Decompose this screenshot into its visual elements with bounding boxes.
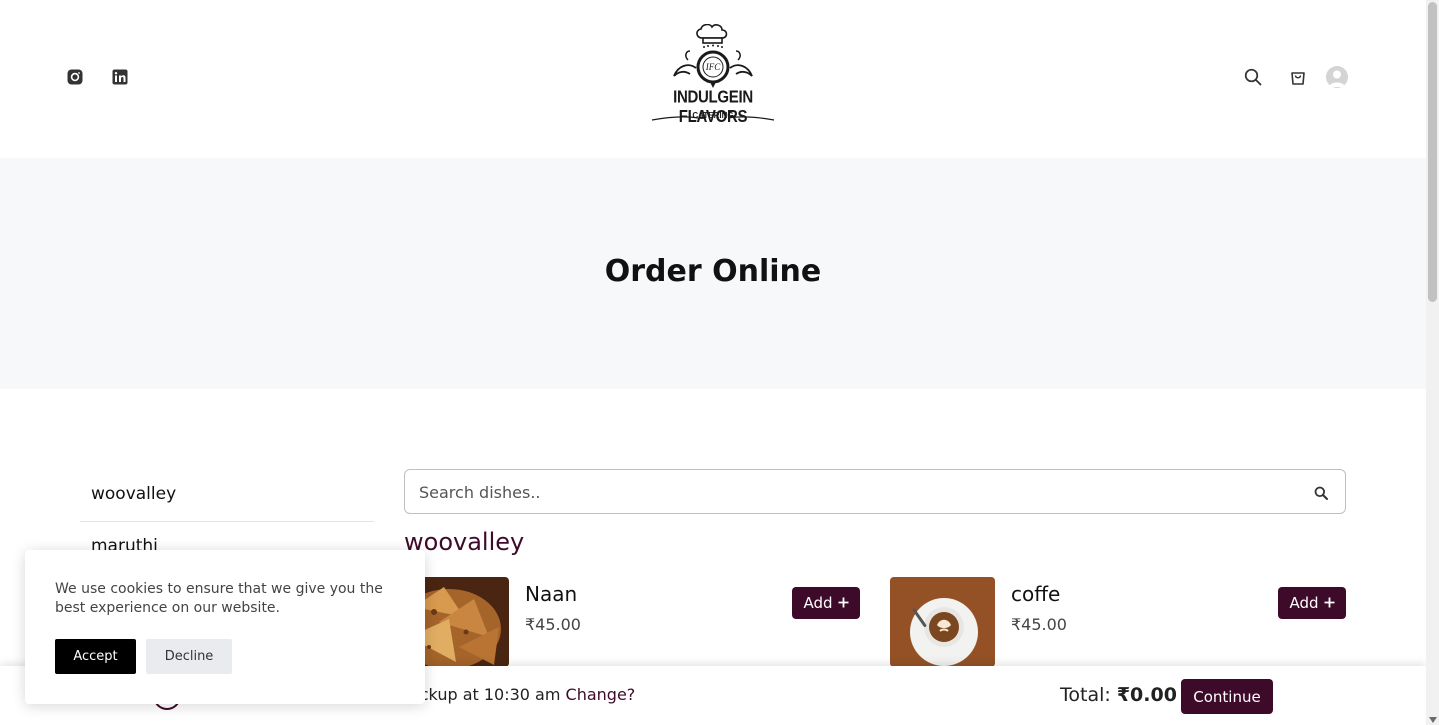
logo-swoosh: [651, 116, 775, 121]
total-label: Total:: [1060, 684, 1111, 706]
page-scrollbar[interactable]: [1426, 0, 1439, 725]
instagram-icon[interactable]: [67, 69, 83, 85]
plus-icon: [838, 594, 849, 612]
order-total: Total: ₹0.00: [1060, 684, 1177, 706]
decline-cookies-button[interactable]: Decline: [146, 639, 232, 674]
search-bar: [404, 469, 1346, 514]
page-title: Order Online: [604, 254, 822, 289]
product-name: Naan: [525, 582, 578, 606]
product-card: coffe ₹45.00 Add: [890, 577, 1346, 667]
add-to-cart-button[interactable]: Add: [1278, 587, 1346, 619]
cart-icon[interactable]: [1288, 67, 1308, 87]
add-label: Add: [803, 594, 833, 612]
hero-banner: Order Online: [0, 158, 1426, 389]
add-label: Add: [1289, 594, 1319, 612]
linkedin-icon[interactable]: [112, 69, 128, 85]
user-avatar[interactable]: [1326, 66, 1348, 88]
search-icon[interactable]: [1243, 67, 1263, 87]
cookie-consent-popup: We use cookies to ensure that we give yo…: [25, 550, 425, 704]
product-price: ₹45.00: [1011, 615, 1067, 634]
cookie-message: We use cookies to ensure that we give yo…: [55, 581, 383, 616]
scroll-down-arrow-icon[interactable]: [1429, 717, 1437, 723]
logo-monogram: IFC: [705, 62, 721, 72]
add-to-cart-button[interactable]: Add: [792, 587, 860, 619]
logo-emblem: IFC: [673, 23, 753, 88]
sidebar-item-woovalley[interactable]: woovalley: [80, 470, 374, 522]
plus-icon: [1324, 594, 1335, 612]
product-card: Naan ₹45.00 Add: [404, 577, 860, 667]
search-submit-icon[interactable]: [1313, 485, 1329, 501]
pickup-text: Pickup at 10:30 am: [406, 685, 561, 704]
accept-cookies-button[interactable]: Accept: [55, 639, 136, 674]
product-image-coffee[interactable]: [890, 577, 995, 667]
total-value: ₹0.00: [1116, 684, 1177, 706]
scrollbar-thumb[interactable]: [1428, 2, 1437, 302]
continue-button[interactable]: Continue: [1181, 679, 1273, 714]
page: IFC INDULGEIN FLAVORS CATERING Order Onl…: [0, 0, 1439, 725]
search-input[interactable]: [419, 480, 1279, 504]
site-header: IFC INDULGEIN FLAVORS CATERING: [0, 0, 1426, 158]
product-price: ₹45.00: [525, 615, 581, 634]
pickup-info: Pickup at 10:30 am Change?: [406, 685, 635, 704]
change-pickup-link[interactable]: Change?: [566, 685, 636, 704]
brand-logo[interactable]: IFC INDULGEIN FLAVORS CATERING: [640, 23, 786, 128]
product-name: coffe: [1011, 582, 1061, 606]
